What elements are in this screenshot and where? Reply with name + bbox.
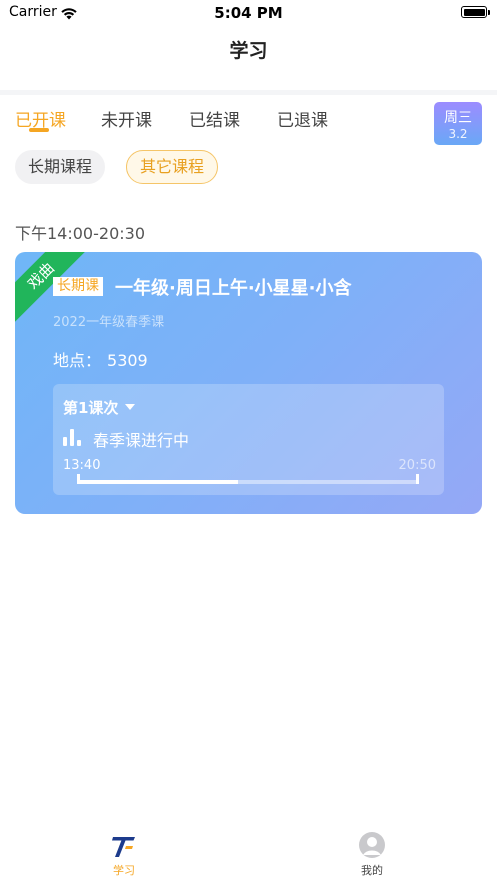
session-status: 春季课进行中 bbox=[93, 431, 190, 450]
header-divider bbox=[0, 90, 497, 95]
study-logo-icon bbox=[112, 837, 135, 857]
tabbar-item-study[interactable]: 学习 bbox=[84, 830, 164, 878]
battery-icon bbox=[461, 6, 490, 18]
course-location: 地点： 5309 bbox=[53, 347, 148, 371]
session-progress-fill bbox=[77, 480, 238, 484]
filter-other-courses[interactable]: 其它课程 bbox=[126, 150, 219, 184]
course-card[interactable]: 戏曲 长期课 一年级·周日上午·小星星·小含 2022一年级春季课 地点： 530… bbox=[15, 252, 482, 514]
progress-end-cap bbox=[416, 474, 419, 484]
filter-long-term-courses[interactable]: 长期课程 bbox=[15, 150, 106, 184]
clock-label: 5:04 PM bbox=[214, 4, 283, 22]
progress-start-cap bbox=[77, 474, 80, 484]
session-start-time: 13:40 bbox=[63, 458, 101, 473]
tab-withdrawn[interactable]: 已退课 bbox=[277, 106, 328, 131]
date-picker-button[interactable]: 周三 3.2 bbox=[434, 102, 482, 145]
bottom-tab-bar: 学习 我的 bbox=[0, 826, 497, 883]
date-value: 3.2 bbox=[448, 127, 468, 141]
profile-icon bbox=[359, 832, 385, 858]
session-end-time: 20:50 bbox=[398, 458, 436, 473]
session-progress-bar bbox=[77, 474, 419, 484]
page-title: 学习 bbox=[229, 40, 268, 62]
date-weekday: 周三 bbox=[444, 110, 472, 126]
course-status-tabs: 已开课 未开课 已结课 已退课 周三 3.2 bbox=[0, 102, 497, 145]
course-subtitle: 2022一年级春季课 bbox=[53, 315, 165, 330]
course-type-tag: 长期课 bbox=[53, 277, 103, 296]
section-time-range: 下午14:00-20:30 bbox=[15, 224, 145, 243]
location-value: 5309 bbox=[107, 351, 148, 370]
tab-finished[interactable]: 已结课 bbox=[189, 106, 240, 131]
tabbar-item-mine[interactable]: 我的 bbox=[332, 830, 412, 878]
caret-down-icon[interactable] bbox=[125, 404, 135, 410]
active-tab-indicator bbox=[29, 128, 49, 132]
tab-not-started[interactable]: 未开课 bbox=[101, 106, 152, 131]
session-panel: 第1课次 春季课进行中 13:40 20:50 bbox=[53, 384, 444, 495]
location-label: 地点： bbox=[53, 351, 102, 370]
signal-bars-icon bbox=[63, 428, 89, 446]
status-bar: Carrier 5:04 PM bbox=[0, 0, 497, 26]
session-selector[interactable]: 第1课次 bbox=[63, 397, 118, 418]
tabbar-label-study: 学习 bbox=[113, 864, 135, 877]
course-title: 一年级·周日上午·小星星·小含 bbox=[115, 278, 352, 299]
tabbar-label-mine: 我的 bbox=[361, 864, 383, 877]
